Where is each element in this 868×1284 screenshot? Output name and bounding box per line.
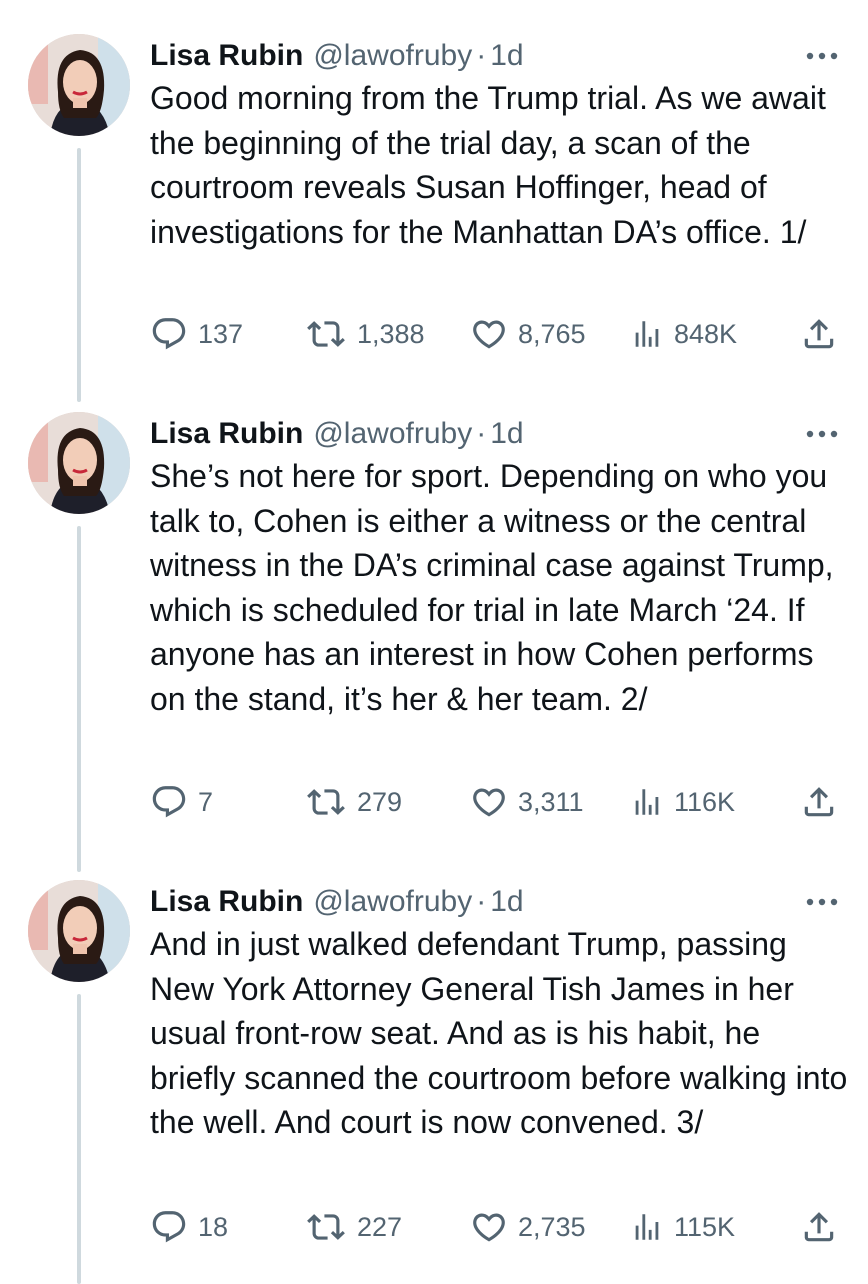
repost-count: 227 <box>357 1211 403 1242</box>
tweet-header: Lisa Rubin @lawofruby · 1d <box>150 880 524 924</box>
author-name[interactable]: Lisa Rubin <box>150 417 303 451</box>
like-button[interactable]: 3,311 <box>470 782 584 822</box>
views-button[interactable]: 116K <box>630 782 735 822</box>
like-count: 3,311 <box>518 786 584 817</box>
avatar-photo <box>28 34 130 136</box>
tweet-header: Lisa Rubin @lawofruby · 1d <box>150 412 524 456</box>
reply-icon <box>152 1211 186 1243</box>
reply-icon <box>152 318 186 350</box>
timestamp[interactable]: 1d <box>490 39 523 73</box>
author-name[interactable]: Lisa Rubin <box>150 39 303 73</box>
avatar[interactable] <box>28 412 130 514</box>
views-count: 848K <box>674 318 738 349</box>
views-count: 115K <box>674 1211 736 1242</box>
reply-icon <box>152 786 186 818</box>
repost-icon <box>307 321 345 347</box>
separator: · <box>476 417 487 450</box>
views-icon <box>635 1214 659 1240</box>
repost-count: 279 <box>357 786 403 817</box>
tweet-actions: 18 227 2,735 115K <box>150 1207 840 1247</box>
tweet-text: She’s not here for sport. Depending on w… <box>150 458 834 717</box>
more-icon <box>806 898 838 906</box>
share-icon <box>804 1212 834 1242</box>
views-button[interactable]: 848K <box>630 314 737 354</box>
timestamp[interactable]: 1d <box>490 885 523 919</box>
tweet-actions: 137 1,388 8,765 848K <box>150 314 840 354</box>
author-handle[interactable]: @lawofruby <box>313 885 472 919</box>
separator: · <box>476 885 487 918</box>
repost-button[interactable]: 227 <box>305 1207 402 1247</box>
like-count: 8,765 <box>518 318 586 349</box>
tweet-1[interactable]: Lisa Rubin @lawofruby · 1d Good morning … <box>0 34 868 402</box>
more-icon <box>806 52 838 60</box>
more-button[interactable] <box>806 34 838 78</box>
tweet-actions: 7 279 3,311 116K <box>150 782 840 822</box>
views-count: 116K <box>674 786 736 817</box>
avatar-photo <box>28 412 130 514</box>
reply-count: 137 <box>198 318 244 349</box>
share-icon <box>804 319 834 349</box>
more-icon <box>806 430 838 438</box>
share-icon <box>804 787 834 817</box>
thread-line <box>77 994 81 1284</box>
reply-button[interactable]: 137 <box>150 314 243 354</box>
repost-icon <box>307 789 345 815</box>
share-button[interactable] <box>800 314 838 354</box>
tweet-2[interactable]: Lisa Rubin @lawofruby · 1d She’s not her… <box>0 412 868 872</box>
share-button[interactable] <box>800 782 838 822</box>
reply-button[interactable]: 7 <box>150 782 213 822</box>
avatar[interactable] <box>28 880 130 982</box>
heart-icon <box>473 320 505 349</box>
tweet-text: Good morning from the Trump trial. As we… <box>150 80 826 250</box>
tweet-text: And in just walked defendant Trump, pass… <box>150 926 848 1140</box>
separator: · <box>476 39 487 72</box>
reply-button[interactable]: 18 <box>150 1207 228 1247</box>
repost-button[interactable]: 1,388 <box>305 314 425 354</box>
like-button[interactable]: 8,765 <box>470 314 586 354</box>
views-icon <box>635 789 659 815</box>
like-button[interactable]: 2,735 <box>470 1207 586 1247</box>
more-button[interactable] <box>806 880 838 924</box>
avatar-photo <box>28 880 130 982</box>
heart-icon <box>473 1213 505 1242</box>
repost-icon <box>307 1214 345 1240</box>
reply-count: 7 <box>198 786 214 817</box>
more-button[interactable] <box>806 412 838 456</box>
repost-count: 1,388 <box>357 318 425 349</box>
tweet-3[interactable]: Lisa Rubin @lawofruby · 1d And in just w… <box>0 880 868 1284</box>
heart-icon <box>473 788 505 817</box>
views-button[interactable]: 115K <box>630 1207 735 1247</box>
thread-line <box>77 148 81 402</box>
reply-count: 18 <box>198 1211 229 1242</box>
like-count: 2,735 <box>518 1211 586 1242</box>
thread-line <box>77 526 81 872</box>
views-icon <box>635 321 659 347</box>
author-handle[interactable]: @lawofruby <box>313 417 472 451</box>
share-button[interactable] <box>800 1207 838 1247</box>
avatar[interactable] <box>28 34 130 136</box>
author-name[interactable]: Lisa Rubin <box>150 885 303 919</box>
repost-button[interactable]: 279 <box>305 782 402 822</box>
timestamp[interactable]: 1d <box>490 417 523 451</box>
author-handle[interactable]: @lawofruby <box>313 39 472 73</box>
tweet-header: Lisa Rubin @lawofruby · 1d <box>150 34 524 78</box>
